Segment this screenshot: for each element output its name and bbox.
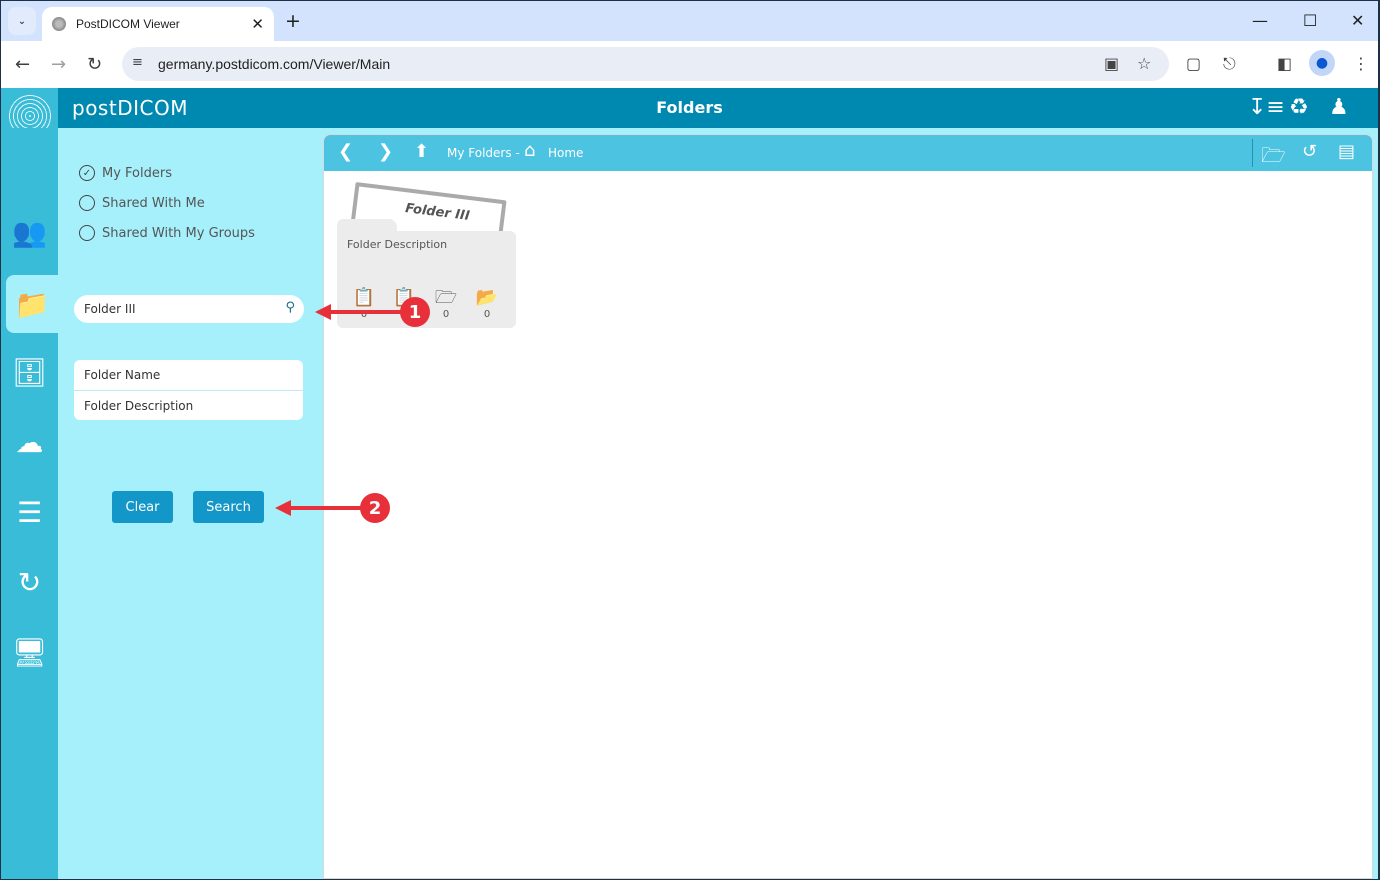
profile-icon[interactable]: ● (1309, 50, 1335, 76)
breadcrumb-current[interactable]: Home (548, 146, 583, 160)
folder-browser: ❮ ❯ ⬆ My Folders - ⌂ Home 🗁 ↺ ▤ Folder I… (323, 134, 1373, 879)
scope-label: Shared With Me (102, 195, 205, 211)
annotation-arrowhead-1 (315, 304, 331, 320)
annotation-arrow-2 (291, 506, 361, 510)
studies-icon[interactable]: 🗄 (1, 343, 58, 401)
reload-icon[interactable]: ↻ (87, 54, 102, 75)
scope-shared-with-me[interactable]: Shared With Me (79, 195, 205, 211)
left-nav: 👥 📁 🗄 ☁ ☰ ↻ 🖥 (1, 128, 58, 879)
clear-button[interactable]: Clear (112, 491, 173, 523)
close-window-icon[interactable]: ✕ (1351, 11, 1364, 30)
sort-icon[interactable]: ↧≡ (1248, 95, 1285, 120)
breadcrumb-root[interactable]: My Folders - (447, 146, 520, 160)
scope-label: Shared With My Groups (102, 225, 255, 241)
sync-icon[interactable]: ↻ (1, 553, 58, 611)
folder-settings-icon[interactable]: ▤ (1338, 141, 1355, 162)
browser-tab[interactable]: PostDICOM Viewer ✕ (42, 7, 274, 41)
clipboard-list-icon: 📋 (352, 287, 376, 308)
tab-search-icon[interactable]: ⌄ (8, 7, 36, 35)
forward-nav-icon[interactable]: ❯ (378, 141, 393, 162)
folders-icon[interactable]: 📁 (6, 275, 58, 333)
home-icon[interactable]: ⌂ (524, 140, 535, 161)
search-button[interactable]: Search (193, 491, 264, 523)
forward-icon[interactable]: → (51, 54, 66, 75)
up-folder-icon[interactable]: ⬆ (414, 141, 429, 162)
remote-desktop-icon[interactable]: 🖥 (1, 623, 58, 681)
stat-value: 0 (442, 309, 450, 320)
folder-shared-icon: 📂 (475, 287, 499, 308)
tab-bar: ⌄ PostDICOM Viewer ✕ + — ☐ ✕ (1, 1, 1378, 41)
folder-description: Folder Description (347, 238, 448, 251)
folder-outline-icon: 🗁 (434, 287, 458, 308)
minimize-icon[interactable]: — (1252, 11, 1268, 30)
upload-icon[interactable]: ☁ (1, 413, 58, 471)
annotation-arrow-1 (331, 310, 401, 314)
search-field-options: Folder Name Folder Description (74, 360, 303, 420)
stat-shared: 📂 0 (474, 287, 500, 320)
scope-my-folders[interactable]: ✓ My Folders (79, 165, 172, 181)
browser-window: ⌄ PostDICOM Viewer ✕ + — ☐ ✕ ← → ↻ ≡ ger… (1, 1, 1378, 879)
url-text[interactable]: germany.postdicom.com/Viewer/Main (158, 56, 390, 72)
stat-subfolders: 🗁 0 (433, 287, 459, 320)
option-folder-description[interactable]: Folder Description (74, 390, 303, 420)
site-settings-icon[interactable]: ≡ (132, 55, 143, 70)
refresh-icon[interactable]: ↺ (1302, 141, 1317, 162)
recycle-bin-icon[interactable]: ♻ (1289, 95, 1309, 120)
address-bar: ← → ↻ ≡ germany.postdicom.com/Viewer/Mai… (1, 41, 1378, 88)
app-header: postDICOM Folders ↧≡ ♻ ♟ (1, 88, 1378, 128)
translate-icon[interactable]: ▣ (1104, 54, 1119, 73)
back-nav-icon[interactable]: ❮ (338, 141, 353, 162)
search-list-icon[interactable]: ☰ (1, 483, 58, 541)
radio-checked-icon[interactable]: ✓ (79, 165, 95, 181)
annotation-badge-1: 1 (400, 297, 430, 327)
close-tab-icon[interactable]: ✕ (251, 15, 264, 33)
bookmark-star-icon[interactable]: ☆ (1137, 54, 1151, 73)
menu-icon[interactable]: ⋮ (1353, 54, 1369, 73)
new-tab-icon[interactable]: + (285, 10, 301, 32)
search-value[interactable]: Folder III (84, 302, 136, 316)
annotation-badge-2: 2 (360, 493, 390, 523)
stat-patients: 📋 0 (351, 287, 377, 320)
radio-unchecked-icon[interactable] (79, 195, 95, 211)
scope-label: My Folders (102, 165, 172, 181)
search-icon[interactable]: ⚲ (285, 300, 295, 315)
screenshot-icon[interactable]: ▢ (1186, 54, 1201, 73)
side-panel-icon[interactable]: ◧ (1277, 54, 1292, 73)
patients-icon[interactable]: 👥 (1, 203, 58, 261)
option-folder-name[interactable]: Folder Name (74, 360, 303, 390)
scope-shared-with-my-groups[interactable]: Shared With My Groups (79, 225, 255, 241)
page-title: Folders (656, 98, 723, 117)
favicon-icon (52, 17, 66, 31)
tab-title: PostDICOM Viewer (76, 17, 180, 31)
new-folder-icon[interactable]: 🗁 (1261, 141, 1286, 175)
extensions-icon[interactable]: ⎋ (1223, 54, 1236, 74)
breadcrumb-bar: ❮ ❯ ⬆ My Folders - ⌂ Home 🗁 ↺ ▤ (324, 135, 1372, 171)
maximize-icon[interactable]: ☐ (1303, 11, 1317, 30)
divider (1252, 139, 1253, 167)
radio-unchecked-icon[interactable] (79, 225, 95, 241)
user-icon[interactable]: ♟ (1329, 95, 1349, 120)
stat-value: 0 (483, 309, 491, 320)
omnibox[interactable]: ≡ germany.postdicom.com/Viewer/Main ▣ ☆ (122, 47, 1169, 81)
annotation-arrowhead-2 (275, 500, 291, 516)
back-icon[interactable]: ← (15, 54, 30, 75)
folder-search-input[interactable]: Folder III ⚲ (74, 295, 304, 323)
postdicom-app: postDICOM Folders ↧≡ ♻ ♟ 👥 📁 🗄 ☁ ☰ ↻ 🖥 ✓… (1, 88, 1378, 879)
